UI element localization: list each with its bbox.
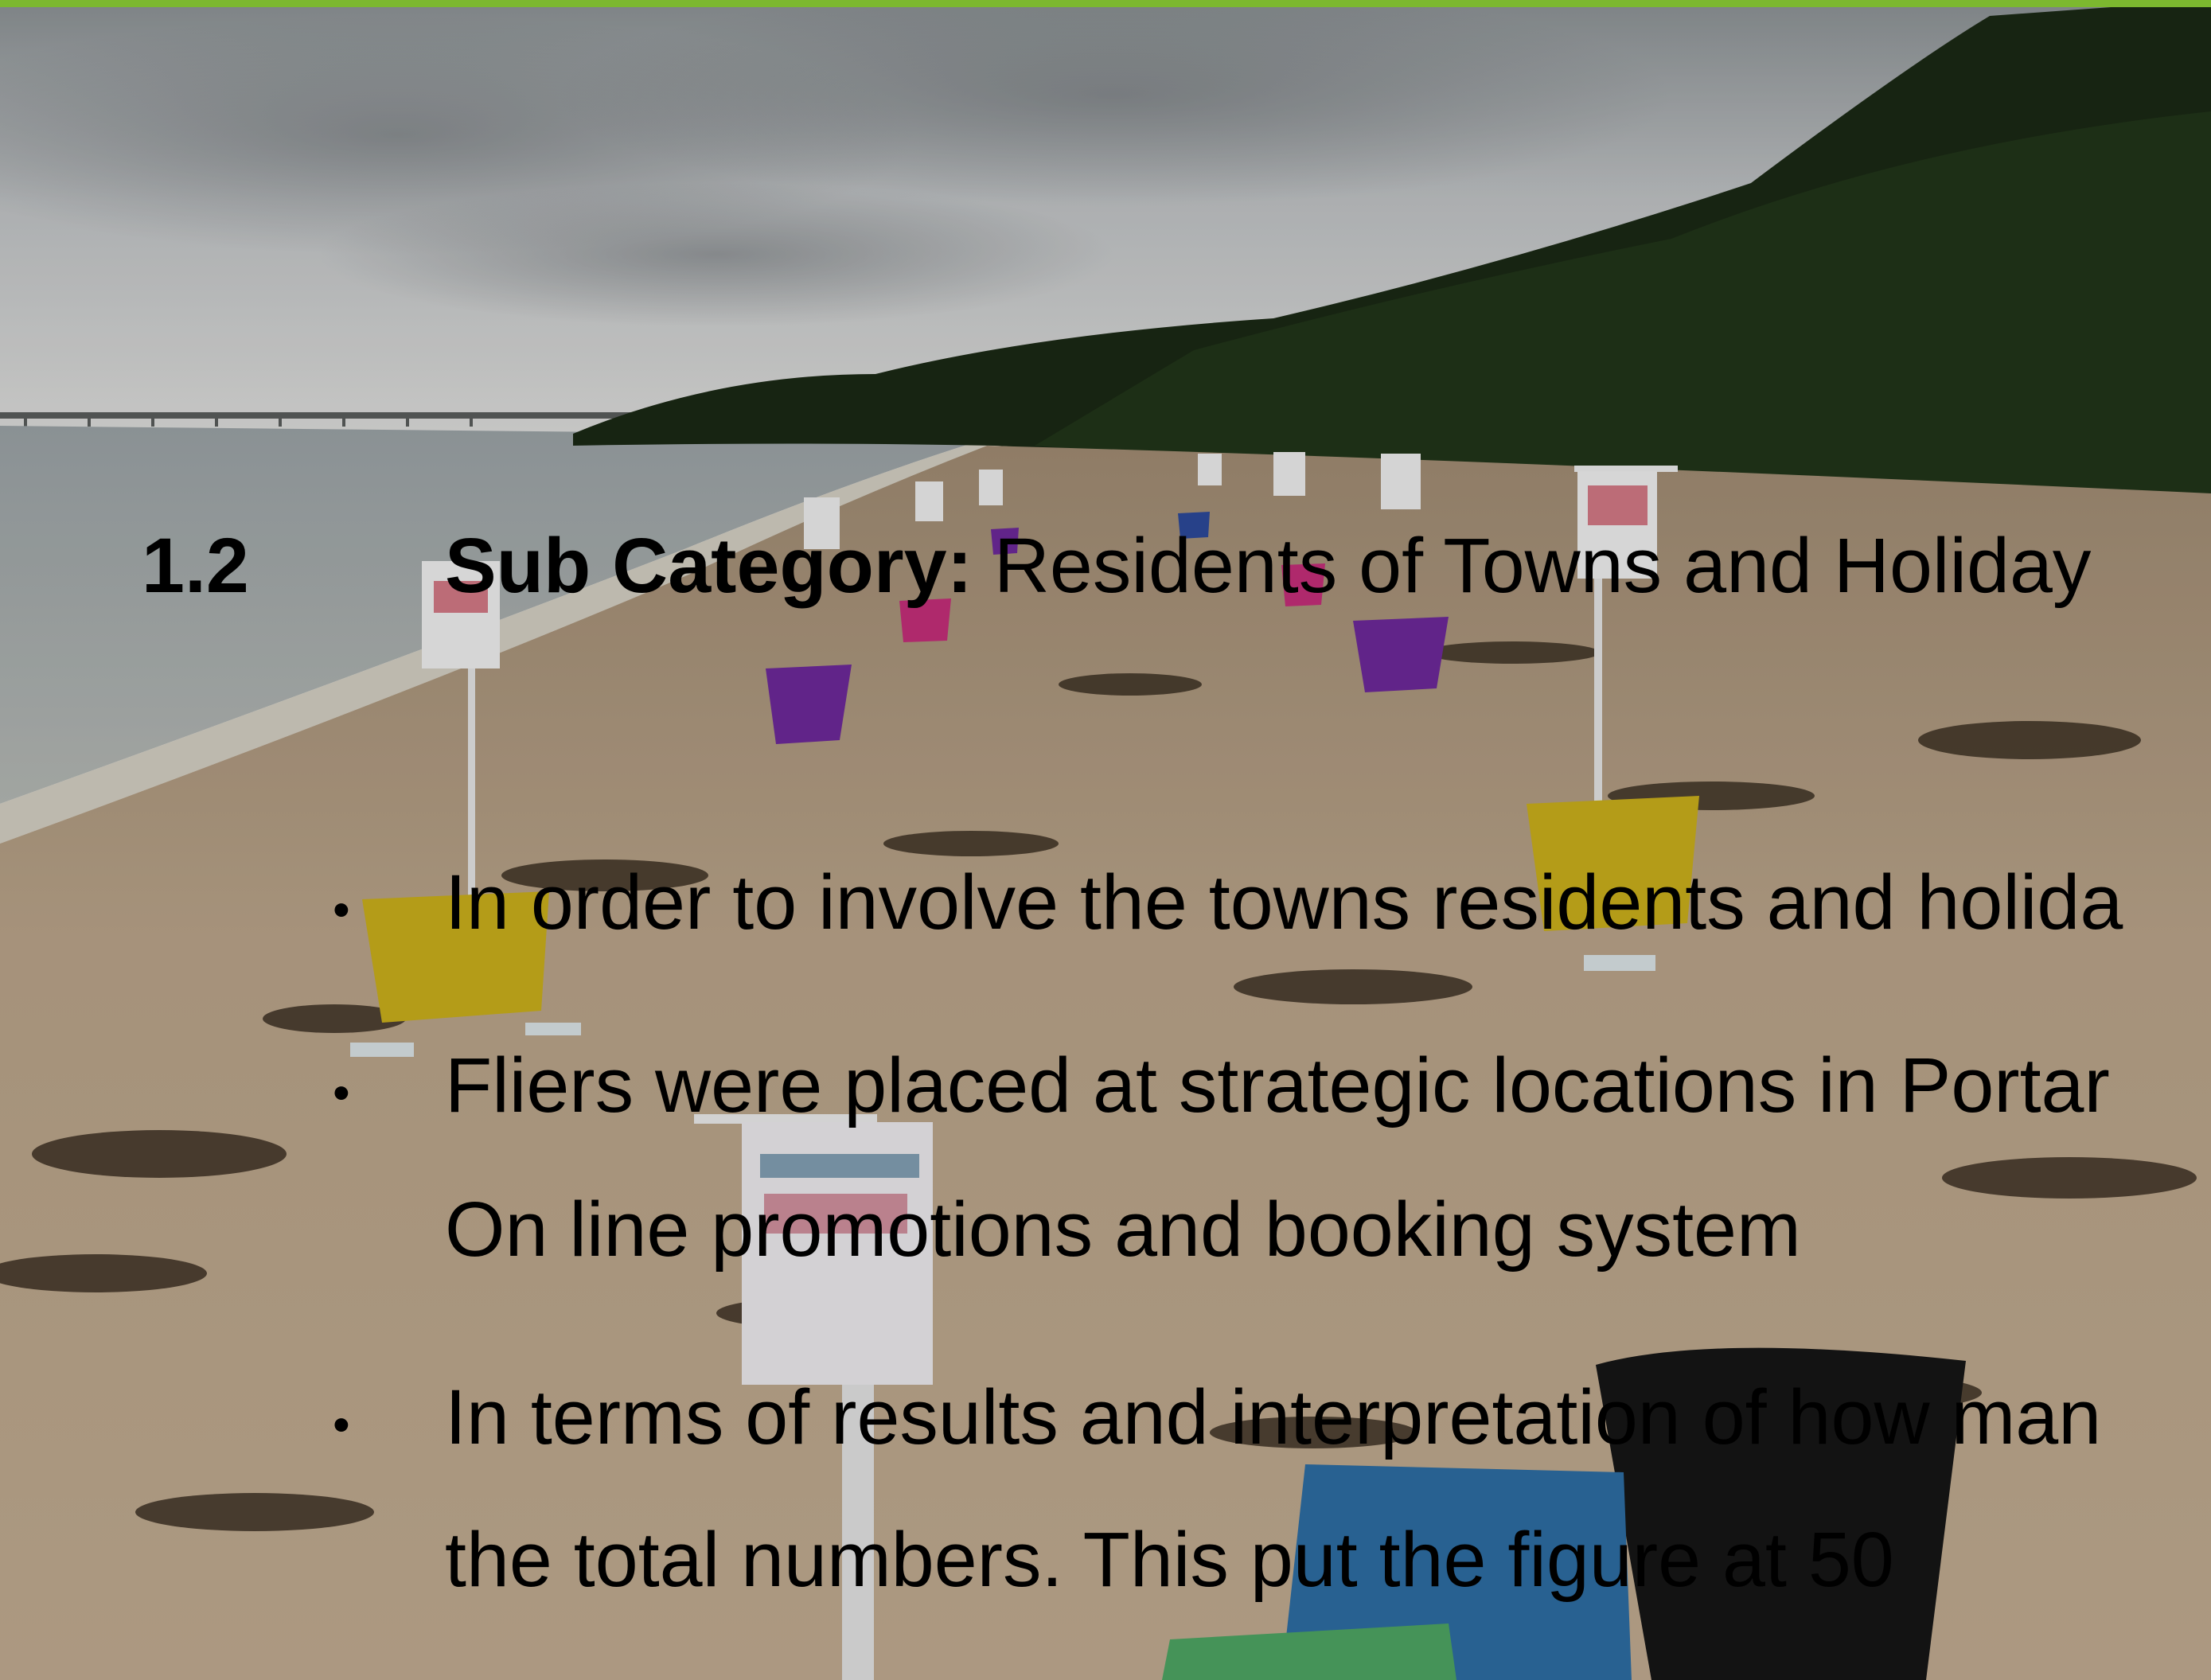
bullet-icon: •	[333, 1066, 350, 1121]
bullet-text: In order to involve the towns residents …	[445, 859, 2123, 945]
bullet-icon: •	[333, 1397, 350, 1452]
accent-bar	[0, 0, 2211, 7]
bullet-icon: •	[333, 883, 350, 937]
bullet-text-continued: On line promotions and booking system	[445, 1186, 1801, 1273]
bullet-text: In terms of results and interpretation o…	[445, 1374, 2102, 1460]
bullet-text-continued: the total numbers. This put the figure a…	[445, 1516, 1894, 1603]
heading-title: Residents of Towns and Holiday	[972, 522, 2092, 609]
heading-label: Sub Category:	[445, 522, 973, 609]
section-heading: Sub Category: Residents of Towns and Hol…	[445, 527, 2091, 604]
bullet-text: Fliers were placed at strategic location…	[445, 1042, 2110, 1128]
section-number: 1.2	[142, 522, 249, 609]
slide: 1.2 Sub Category: Residents of Towns and…	[0, 0, 2211, 1680]
